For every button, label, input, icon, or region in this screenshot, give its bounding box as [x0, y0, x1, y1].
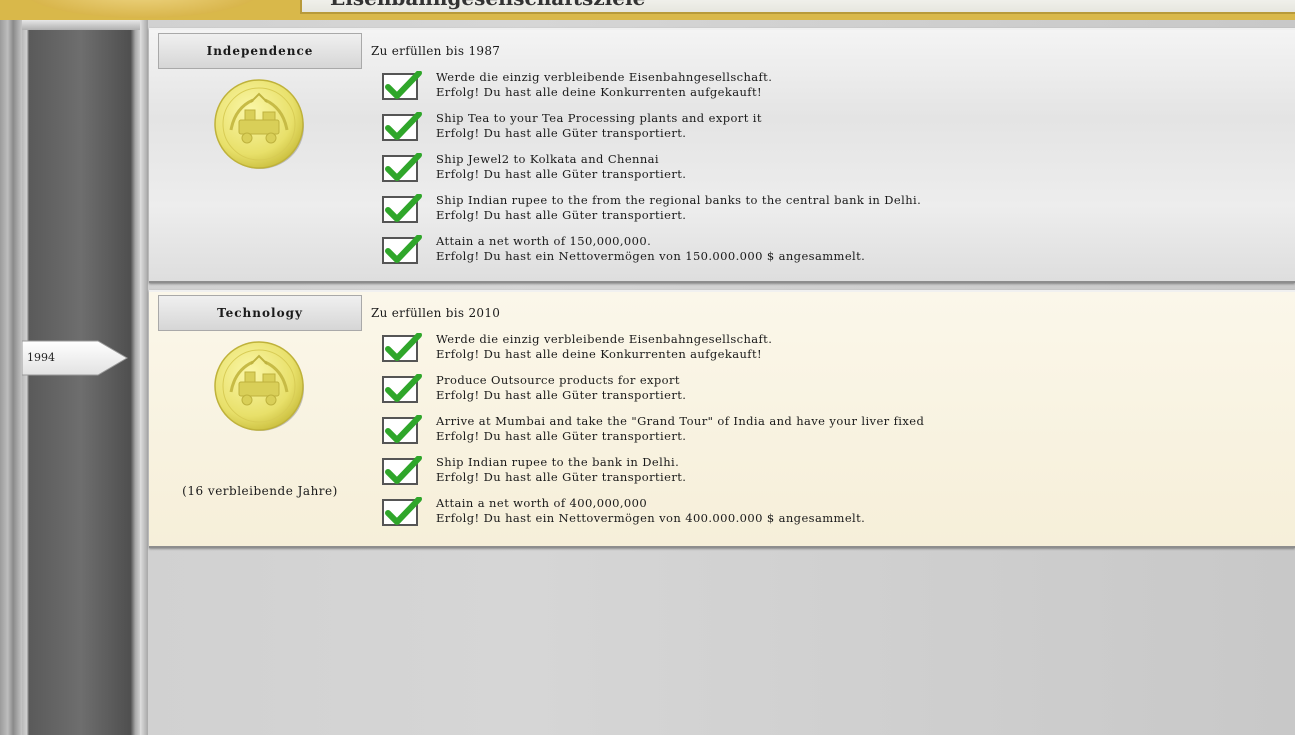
years-remaining: (16 verbleibende Jahre) [182, 484, 338, 498]
goal-title: Ship Indian rupee to the bank in Delhi. [436, 455, 680, 469]
left-frame [0, 20, 23, 735]
green-checkmark-icon [382, 415, 422, 444]
milestone-panel-technology: Technology (16 verbleibende Jahre) Zu er… [149, 290, 1295, 548]
green-checkmark-icon [382, 235, 422, 264]
milestone-name: Independence [158, 33, 362, 69]
goal-status: Erfolg! Du hast alle Güter transportiert… [436, 388, 687, 402]
goal-title: Werde die einzig verbleibende Eisenbahng… [436, 70, 773, 84]
goal-item: Attain a net worth of 400,000,000 Erfolg… [382, 496, 1282, 536]
goal-status: Erfolg! Du hast alle Güter transportiert… [436, 429, 687, 443]
goal-status: Erfolg! Du hast alle deine Konkurrenten … [436, 85, 762, 99]
goal-item: Ship Indian rupee to the bank in Delhi. … [382, 455, 1282, 495]
goal-item: Produce Outsource products for export Er… [382, 373, 1282, 413]
timeline-cap [22, 20, 140, 30]
milestone-panel-independence: Independence Zu erfüllen bis 1987 Werde … [149, 28, 1295, 283]
header-title-box: Eisenbahngesellschaftsziele [300, 0, 1295, 14]
goal-status: Erfolg! Du hast ein Nettovermögen von 15… [436, 249, 866, 263]
header-medal-icon [22, 0, 262, 18]
green-checkmark-icon [382, 71, 422, 100]
green-checkmark-icon [382, 194, 422, 223]
green-checkmark-icon [382, 374, 422, 403]
goal-status: Erfolg! Du hast alle Güter transportiert… [436, 470, 687, 484]
goal-title: Ship Tea to your Tea Processing plants a… [436, 111, 762, 125]
timeline-bar [22, 20, 140, 735]
milestone-name: Technology [158, 295, 362, 331]
goal-item: Arrive at Mumbai and take the "Grand Tou… [382, 414, 1282, 454]
goal-title: Werde die einzig verbleibende Eisenbahng… [436, 332, 773, 346]
goal-title: Arrive at Mumbai and take the "Grand Tou… [436, 414, 925, 428]
goal-item: Attain a net worth of 150,000,000. Erfol… [382, 234, 1282, 274]
goal-status: Erfolg! Du hast alle Güter transportiert… [436, 208, 687, 222]
goal-title: Attain a net worth of 400,000,000 [436, 496, 648, 510]
goal-item: Ship Indian rupee to the from the region… [382, 193, 1282, 233]
milestone-deadline: Zu erfüllen bis 2010 [371, 306, 501, 320]
green-checkmark-icon [382, 153, 422, 182]
goal-item: Ship Jewel2 to Kolkata and Chennai Erfol… [382, 152, 1282, 192]
goal-status: Erfolg! Du hast alle Güter transportiert… [436, 126, 687, 140]
top-banner: Eisenbahngesellschaftsziele [0, 0, 1295, 20]
green-checkmark-icon [382, 112, 422, 141]
green-checkmark-icon [382, 497, 422, 526]
gold-train-medal-icon [214, 79, 304, 169]
milestone-deadline: Zu erfüllen bis 1987 [371, 44, 501, 58]
gold-train-medal-icon [214, 341, 304, 431]
goal-item: Werde die einzig verbleibende Eisenbahng… [382, 332, 1282, 372]
current-year-marker: 1994 [22, 340, 128, 376]
goal-status: Erfolg! Du hast alle Güter transportiert… [436, 167, 687, 181]
goal-title: Attain a net worth of 150,000,000. [436, 234, 652, 248]
green-checkmark-icon [382, 333, 422, 362]
main-divider [140, 20, 148, 735]
current-year-label: 1994 [27, 351, 55, 364]
goal-title: Ship Jewel2 to Kolkata and Chennai [436, 152, 659, 166]
page-title: Eisenbahngesellschaftsziele [330, 0, 645, 10]
goal-status: Erfolg! Du hast alle deine Konkurrenten … [436, 347, 762, 361]
goal-title: Ship Indian rupee to the from the region… [436, 193, 922, 207]
goal-item: Werde die einzig verbleibende Eisenbahng… [382, 70, 1282, 110]
goal-status: Erfolg! Du hast ein Nettovermögen von 40… [436, 511, 866, 525]
goal-title: Produce Outsource products for export [436, 373, 680, 387]
goal-item: Ship Tea to your Tea Processing plants a… [382, 111, 1282, 151]
green-checkmark-icon [382, 456, 422, 485]
